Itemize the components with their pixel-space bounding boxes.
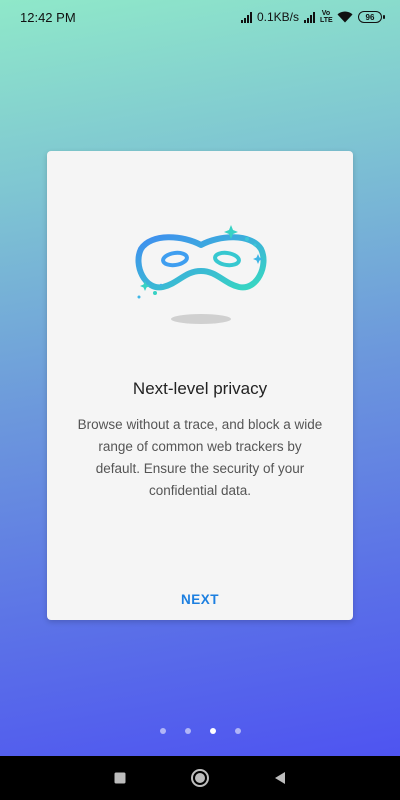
- square-icon: [114, 772, 126, 784]
- volte-label: Vo LTE: [320, 10, 333, 24]
- privacy-mask-icon: [135, 225, 267, 324]
- back-button[interactable]: [265, 763, 295, 793]
- onboarding-description: Browse without a trace, and block a wide…: [77, 417, 323, 498]
- page-indicator: [0, 728, 400, 734]
- home-button[interactable]: [185, 763, 215, 793]
- status-bar: 12:42 PM 0.1KB/s Vo LTE 96: [0, 0, 400, 34]
- network-speed: 0.1KB/s: [256, 10, 299, 24]
- signal-icon: [240, 11, 252, 23]
- status-indicators: 0.1KB/s Vo LTE 96: [240, 10, 385, 24]
- navigation-bar: [0, 756, 400, 800]
- page-dot[interactable]: [234, 728, 241, 734]
- battery-icon: 96: [358, 11, 385, 23]
- page-dot[interactable]: [159, 728, 166, 734]
- wifi-icon: [337, 11, 353, 23]
- onboarding-title: Next-level privacy: [132, 379, 268, 398]
- cell-signal-icon: [304, 11, 315, 23]
- page-dot[interactable]: [184, 728, 191, 734]
- circle-icon: [191, 769, 209, 787]
- back-triangle-icon: [275, 772, 285, 784]
- onboarding-card: Next-level privacy Browse without a trac…: [47, 151, 353, 620]
- status-time: 12:42 PM: [20, 9, 76, 25]
- page-dot-active[interactable]: [209, 728, 216, 734]
- recents-button[interactable]: [105, 763, 135, 793]
- next-button[interactable]: NEXT: [160, 587, 240, 611]
